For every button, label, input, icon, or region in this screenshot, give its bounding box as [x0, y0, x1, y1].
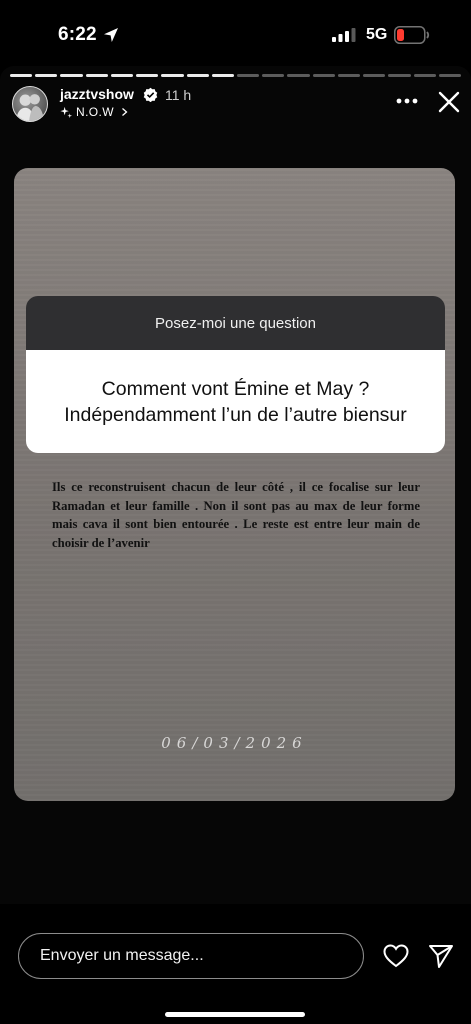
question-sticker[interactable]: Posez-moi une question Comment vont Émin… [26, 296, 445, 453]
profile-avatar[interactable] [12, 86, 48, 122]
more-options-icon[interactable] [396, 98, 418, 104]
audio-label[interactable]: N.O.W [76, 105, 114, 119]
progress-segment [211, 74, 234, 77]
progress-segment [287, 74, 310, 77]
progress-segment [85, 74, 108, 77]
question-line-1: Comment vont Émine et May ? [101, 377, 370, 400]
story-age: 11 h [165, 87, 192, 103]
progress-segment [236, 74, 260, 77]
close-icon[interactable] [438, 91, 460, 113]
question-sticker-body: Comment vont Émine et May ? Indépendamme… [26, 350, 445, 453]
progress-segment [10, 74, 33, 77]
heart-icon[interactable] [383, 944, 409, 968]
progress-segment [337, 74, 361, 77]
progress-segment [186, 74, 209, 77]
avatar-image [15, 94, 45, 121]
progress-segment [388, 74, 411, 77]
progress-segment [35, 74, 58, 77]
status-bar: 6:22 5G [0, 0, 471, 66]
story-image: Posez-moi une question Comment vont Émin… [14, 168, 455, 801]
location-arrow-icon [104, 28, 118, 42]
story-username[interactable]: jazztvshow [60, 86, 134, 102]
progress-segment [262, 74, 285, 77]
progress-segment [413, 74, 436, 77]
status-time: 6:22 [58, 24, 97, 45]
message-input[interactable] [18, 933, 364, 979]
progress-segment [136, 74, 159, 77]
story-date: 06/03/2026 [161, 734, 308, 752]
send-icon[interactable] [428, 943, 454, 969]
question-sticker-header: Posez-moi une question [26, 296, 445, 350]
sparkle-icon [60, 106, 73, 119]
progress-segment [363, 74, 386, 77]
reply-bar [0, 904, 471, 1024]
answer-text: Ils ce reconstruisent chacun de leur côt… [52, 480, 420, 550]
verified-badge-icon [143, 87, 158, 102]
signal-bars-icon [332, 28, 356, 42]
progress-segment [438, 74, 461, 77]
home-indicator [165, 1012, 305, 1017]
progress-segment [60, 74, 83, 77]
chevron-right-icon[interactable] [120, 107, 129, 117]
story-viewer[interactable]: jazztvshow 11 h N.O.W Posez-moi une ques… [0, 66, 471, 904]
progress-segment [312, 74, 335, 77]
progress-segment [110, 74, 134, 77]
story-progress-bar [10, 74, 461, 77]
battery-icon [394, 26, 430, 44]
network-type: 5G [366, 26, 388, 43]
progress-segment [161, 74, 184, 77]
question-line-2: Indépendamment l’un de l’autre biensur [64, 403, 407, 426]
